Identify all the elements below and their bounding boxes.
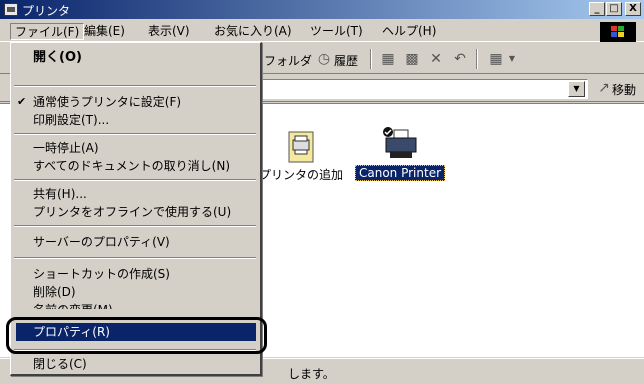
folders-button[interactable]: フォルダ bbox=[264, 52, 312, 69]
history-button[interactable]: 履歴 bbox=[334, 52, 358, 69]
menu-favorites[interactable]: お気に入り(A) bbox=[210, 23, 296, 40]
move-to-icon[interactable]: ▦ bbox=[380, 51, 396, 67]
menu-item-server-properties[interactable]: サーバーのプロパティ(V) bbox=[11, 233, 259, 251]
views-icon[interactable]: ▦ bbox=[488, 51, 504, 67]
views-dropdown-icon[interactable]: ▼ bbox=[504, 51, 520, 67]
canon-printer-label: Canon Printer bbox=[354, 165, 446, 181]
menu-item-delete[interactable]: 削除(D) bbox=[11, 283, 259, 301]
menu-item-set-default[interactable]: ✔ 通常使うプリンタに設定(F) bbox=[11, 93, 259, 111]
highlight-callout-frame bbox=[6, 317, 267, 354]
toolbar-separator bbox=[476, 49, 478, 69]
window-title: プリンタ bbox=[22, 4, 71, 18]
maximize-button[interactable]: □ bbox=[606, 2, 622, 16]
menu-item-print-settings[interactable]: 印刷設定(T)... bbox=[11, 111, 259, 129]
menu-edit[interactable]: 編集(E) bbox=[80, 23, 129, 40]
menu-item-cancel-all[interactable]: すべてのドキュメントの取り消し(N) bbox=[11, 157, 259, 175]
address-dropdown-button[interactable]: ▼ bbox=[568, 81, 585, 97]
menu-separator bbox=[14, 85, 256, 87]
menu-bar: ファイル(F) 編集(E) 表示(V) お気に入り(A) ツール(T) ヘルプ(… bbox=[0, 20, 644, 42]
menu-item-rename[interactable]: 名前の変更(M) bbox=[11, 301, 259, 309]
printer-folder-icon bbox=[4, 3, 18, 16]
copy-to-icon[interactable]: ▩ bbox=[404, 51, 420, 67]
go-arrow-icon[interactable]: ↗ bbox=[596, 80, 612, 96]
windows-logo-icon bbox=[600, 22, 636, 42]
printer-icon bbox=[383, 127, 417, 158]
toolbar-separator bbox=[370, 49, 372, 69]
minimize-button[interactable]: _ bbox=[589, 2, 605, 16]
go-button[interactable]: 移動 bbox=[612, 81, 636, 98]
delete-icon[interactable]: ✕ bbox=[428, 51, 444, 67]
undo-icon[interactable]: ↶ bbox=[452, 51, 468, 67]
menu-item-open[interactable]: 開く(O) bbox=[11, 49, 259, 67]
menu-separator bbox=[14, 179, 256, 181]
menu-separator bbox=[14, 257, 256, 259]
status-text: します。 bbox=[288, 367, 335, 381]
menu-help[interactable]: ヘルプ(H) bbox=[378, 23, 440, 40]
menu-item-sharing[interactable]: 共有(H)... bbox=[11, 185, 259, 203]
menu-view[interactable]: 表示(V) bbox=[144, 23, 194, 40]
checkmark-icon: ✔ bbox=[17, 95, 27, 108]
address-field[interactable] bbox=[262, 79, 588, 99]
canon-printer-item[interactable]: Canon Printer bbox=[352, 126, 448, 181]
menu-tools[interactable]: ツール(T) bbox=[306, 23, 367, 40]
history-icon: ◷ bbox=[317, 51, 331, 67]
menu-item-create-shortcut[interactable]: ショートカットの作成(S) bbox=[11, 265, 259, 283]
menu-item-pause[interactable]: 一時停止(A) bbox=[11, 139, 259, 157]
explorer-window: プリンタ _ □ X ファイル(F) 編集(E) 表示(V) お気に入り(A) … bbox=[0, 0, 644, 384]
menu-item-use-offline[interactable]: プリンタをオフラインで使用する(U) bbox=[11, 203, 259, 221]
add-printer-icon bbox=[288, 131, 314, 163]
close-button[interactable]: X bbox=[625, 2, 641, 16]
add-printer-label: プリンタの追加 bbox=[258, 168, 343, 182]
menu-separator bbox=[14, 133, 256, 135]
add-printer-item[interactable]: プリンタの追加 bbox=[256, 130, 346, 183]
menu-item-set-default-label: 通常使うプリンタに設定(F) bbox=[33, 95, 182, 109]
menu-file[interactable]: ファイル(F) bbox=[10, 23, 85, 40]
menu-item-close[interactable]: 閉じる(C) bbox=[11, 357, 259, 371]
menu-separator bbox=[14, 225, 256, 227]
title-bar: プリンタ _ □ X bbox=[0, 0, 644, 19]
